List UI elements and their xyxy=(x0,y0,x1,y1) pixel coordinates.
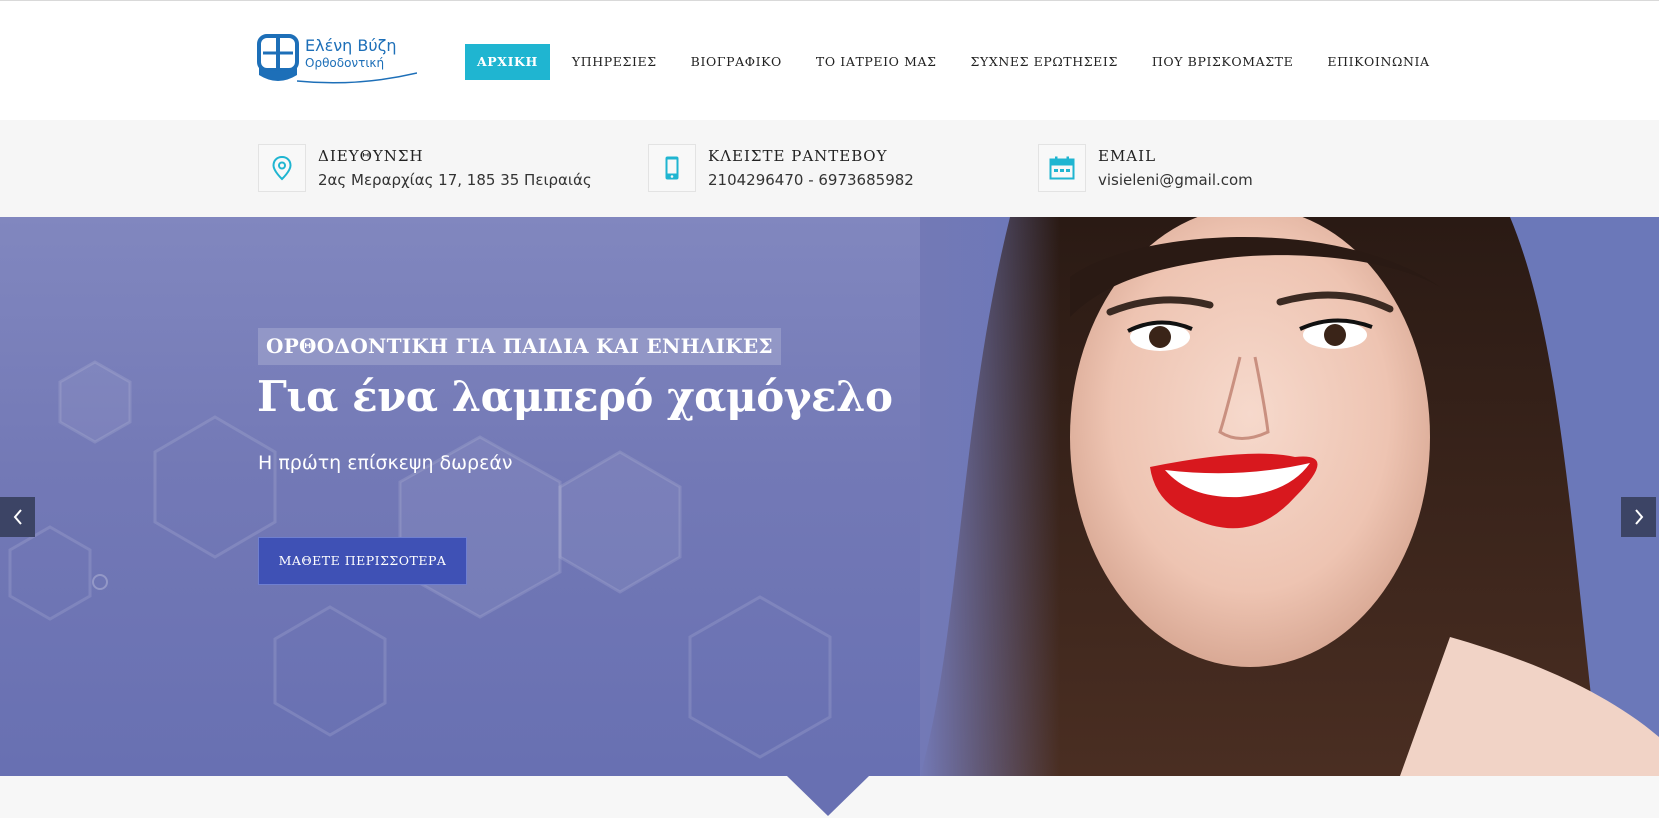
info-address-value: 2ας Μεραρχίας 17, 185 35 Πειραιάς xyxy=(318,171,592,189)
nav-item-clinic[interactable]: ΤΟ ΙΑΤΡΕΙΟ ΜΑΣ xyxy=(804,44,949,80)
hero-portrait-image xyxy=(920,217,1659,776)
contact-info-bar: ΔΙΕΥΘΥΝΣΗ 2ας Μεραρχίας 17, 185 35 Πειρα… xyxy=(0,120,1659,217)
info-email: EMAIL visieleni@gmail.com xyxy=(1038,144,1338,192)
section-notch-arrow xyxy=(787,776,869,816)
slider-next-button[interactable] xyxy=(1621,497,1656,537)
hero-headline: Για ένα λαμπερό χαμόγελο xyxy=(257,372,893,421)
learn-more-button[interactable]: ΜΑΘΕΤΕ ΠΕΡΙΣΣΟΤΕΡΑ xyxy=(258,537,467,585)
map-pin-icon xyxy=(258,144,306,192)
nav-item-biography[interactable]: ΒΙΟΓΡΑΦΙΚΟ xyxy=(679,44,794,80)
info-phone-value[interactable]: 2104296470 - 6973685982 xyxy=(708,171,914,189)
nav-item-services[interactable]: ΥΠΗΡΕΣΙΕΣ xyxy=(560,44,669,80)
nav-item-contact[interactable]: ΕΠΙΚΟΙΝΩΝΙΑ xyxy=(1315,44,1441,80)
info-address: ΔΙΕΥΘΥΝΣΗ 2ας Μεραρχίας 17, 185 35 Πειρα… xyxy=(258,144,598,192)
logo-swoosh-icon xyxy=(297,72,417,84)
chevron-left-icon xyxy=(13,509,22,525)
main-nav: ΑΡΧΙΚΗ ΥΠΗΡΕΣΙΕΣ ΒΙΟΓΡΑΦΙΚΟ ΤΟ ΙΑΤΡΕΙΟ Μ… xyxy=(465,44,1452,80)
info-appointment: ΚΛΕΙΣΤΕ ΡΑΝΤΕΒΟΥ 2104296470 - 6973685982 xyxy=(648,144,968,192)
hero-eyebrow: ΟΡΘΟΔΟΝΤΙΚΗ ΓΙΑ ΠΑΙΔΙΑ ΚΑΙ ΕΝΗΛΙΚΕΣ xyxy=(258,328,781,365)
hero-subline: Η πρώτη επίσκεψη δωρεάν xyxy=(258,452,513,474)
info-email-title: EMAIL xyxy=(1098,147,1157,165)
info-address-title: ΔΙΕΥΘΥΝΣΗ xyxy=(318,147,424,165)
brand-name: Ελένη Βύζη xyxy=(305,36,397,55)
nav-item-faq[interactable]: ΣΥΧΝΕΣ ΕΡΩΤΗΣΕΙΣ xyxy=(959,44,1130,80)
hero-slider: ΟΡΘΟΔΟΝΤΙΚΗ ΓΙΑ ΠΑΙΔΙΑ ΚΑΙ ΕΝΗΛΙΚΕΣ Για … xyxy=(0,217,1659,776)
nav-item-location[interactable]: ΠΟΥ ΒΡΙΣΚΟΜΑΣΤΕ xyxy=(1140,44,1305,80)
slider-prev-button[interactable] xyxy=(0,497,35,537)
site-header: Ελένη Βύζη Ορθοδοντική ΑΡΧΙΚΗ ΥΠΗΡΕΣΙΕΣ … xyxy=(0,0,1659,120)
chevron-right-icon xyxy=(1634,509,1643,525)
site-logo[interactable]: Ελένη Βύζη Ορθοδοντική xyxy=(257,33,421,89)
calendar-icon xyxy=(1038,144,1086,192)
nav-item-home[interactable]: ΑΡΧΙΚΗ xyxy=(465,44,550,80)
info-email-value[interactable]: visieleni@gmail.com xyxy=(1098,171,1253,189)
mobile-phone-icon xyxy=(648,144,696,192)
info-appointment-title: ΚΛΕΙΣΤΕ ΡΑΝΤΕΒΟΥ xyxy=(708,147,888,165)
logo-mark-icon xyxy=(257,34,299,81)
brand-subtitle: Ορθοδοντική xyxy=(305,56,385,70)
